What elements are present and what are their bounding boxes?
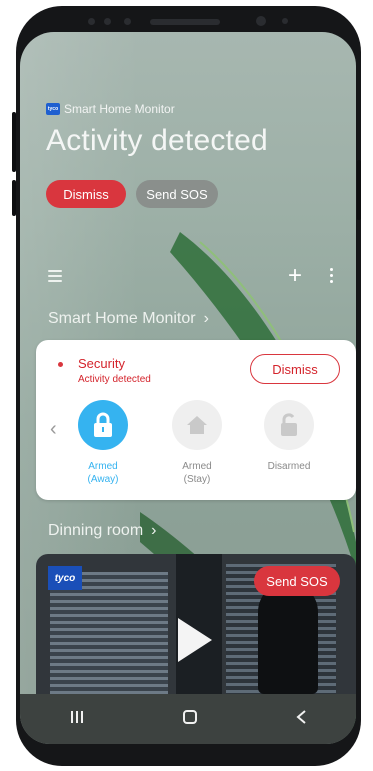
chevron-right-icon: ›	[151, 522, 157, 539]
bixby-button	[12, 180, 16, 216]
volume-button	[12, 112, 16, 172]
security-card: Security Activity detected Dismiss ‹ Arm…	[36, 340, 356, 500]
mode-label: Armed	[88, 461, 118, 472]
app-logo-icon: tyco	[46, 103, 60, 115]
smart-home-monitor-link[interactable]: Smart Home Monitor ›	[48, 310, 209, 328]
intruder-silhouette	[258, 582, 318, 694]
security-label: Security	[78, 356, 125, 371]
home-button-icon[interactable]	[182, 709, 198, 730]
sensor-dot	[282, 18, 288, 24]
front-camera	[256, 16, 266, 26]
tyco-logo: tyco	[48, 566, 82, 590]
notification-header: tyco Smart Home Monitor	[46, 102, 175, 116]
lock-icon	[78, 400, 128, 450]
menu-icon[interactable]	[48, 270, 62, 282]
back-icon[interactable]	[295, 709, 307, 730]
mode-label: Disarmed	[267, 461, 311, 472]
room-link[interactable]: Dinning room ›	[48, 522, 156, 540]
power-button	[357, 160, 361, 220]
card-dismiss-button[interactable]: Dismiss	[250, 354, 340, 384]
mode-label: Armed	[182, 461, 212, 472]
security-status: Activity detected	[78, 374, 151, 385]
chevron-right-icon: ›	[203, 310, 209, 327]
sensor-dot	[88, 18, 95, 25]
notification-send-sos-button[interactable]: Send SOS	[136, 180, 218, 208]
navigation-bar	[20, 694, 356, 744]
mode-armed-stay[interactable]: Armed (Stay)	[162, 400, 232, 486]
play-icon[interactable]	[178, 618, 212, 662]
earpiece-speaker	[150, 19, 220, 25]
room-title: Dinning room	[48, 522, 144, 539]
mode-sublabel: (Away)	[87, 474, 119, 485]
home-icon	[172, 400, 222, 450]
add-icon[interactable]: +	[288, 264, 302, 288]
sensor-dot	[124, 18, 131, 25]
section-title: Smart Home Monitor	[48, 310, 196, 327]
chevron-left-icon[interactable]: ‹	[50, 418, 57, 441]
unlock-icon	[264, 400, 314, 450]
mode-disarmed[interactable]: Disarmed	[254, 400, 324, 473]
notification-title: Activity detected	[46, 124, 268, 157]
window-blinds	[50, 572, 168, 694]
camera-feed[interactable]: tyco Send SOS	[36, 554, 356, 694]
notification-app-name: Smart Home Monitor	[64, 102, 175, 116]
sensor-dot	[104, 18, 111, 25]
screen: tyco Smart Home Monitor Activity detecte…	[20, 32, 356, 744]
mode-sublabel: (Stay)	[183, 474, 211, 485]
video-send-sos-button[interactable]: Send SOS	[254, 566, 340, 596]
notification-dismiss-button[interactable]: Dismiss	[46, 180, 126, 208]
alert-dot-icon	[58, 362, 63, 367]
recent-apps-icon[interactable]	[69, 710, 85, 729]
more-options-icon[interactable]	[330, 268, 334, 284]
mode-armed-away[interactable]: Armed (Away)	[68, 400, 138, 486]
